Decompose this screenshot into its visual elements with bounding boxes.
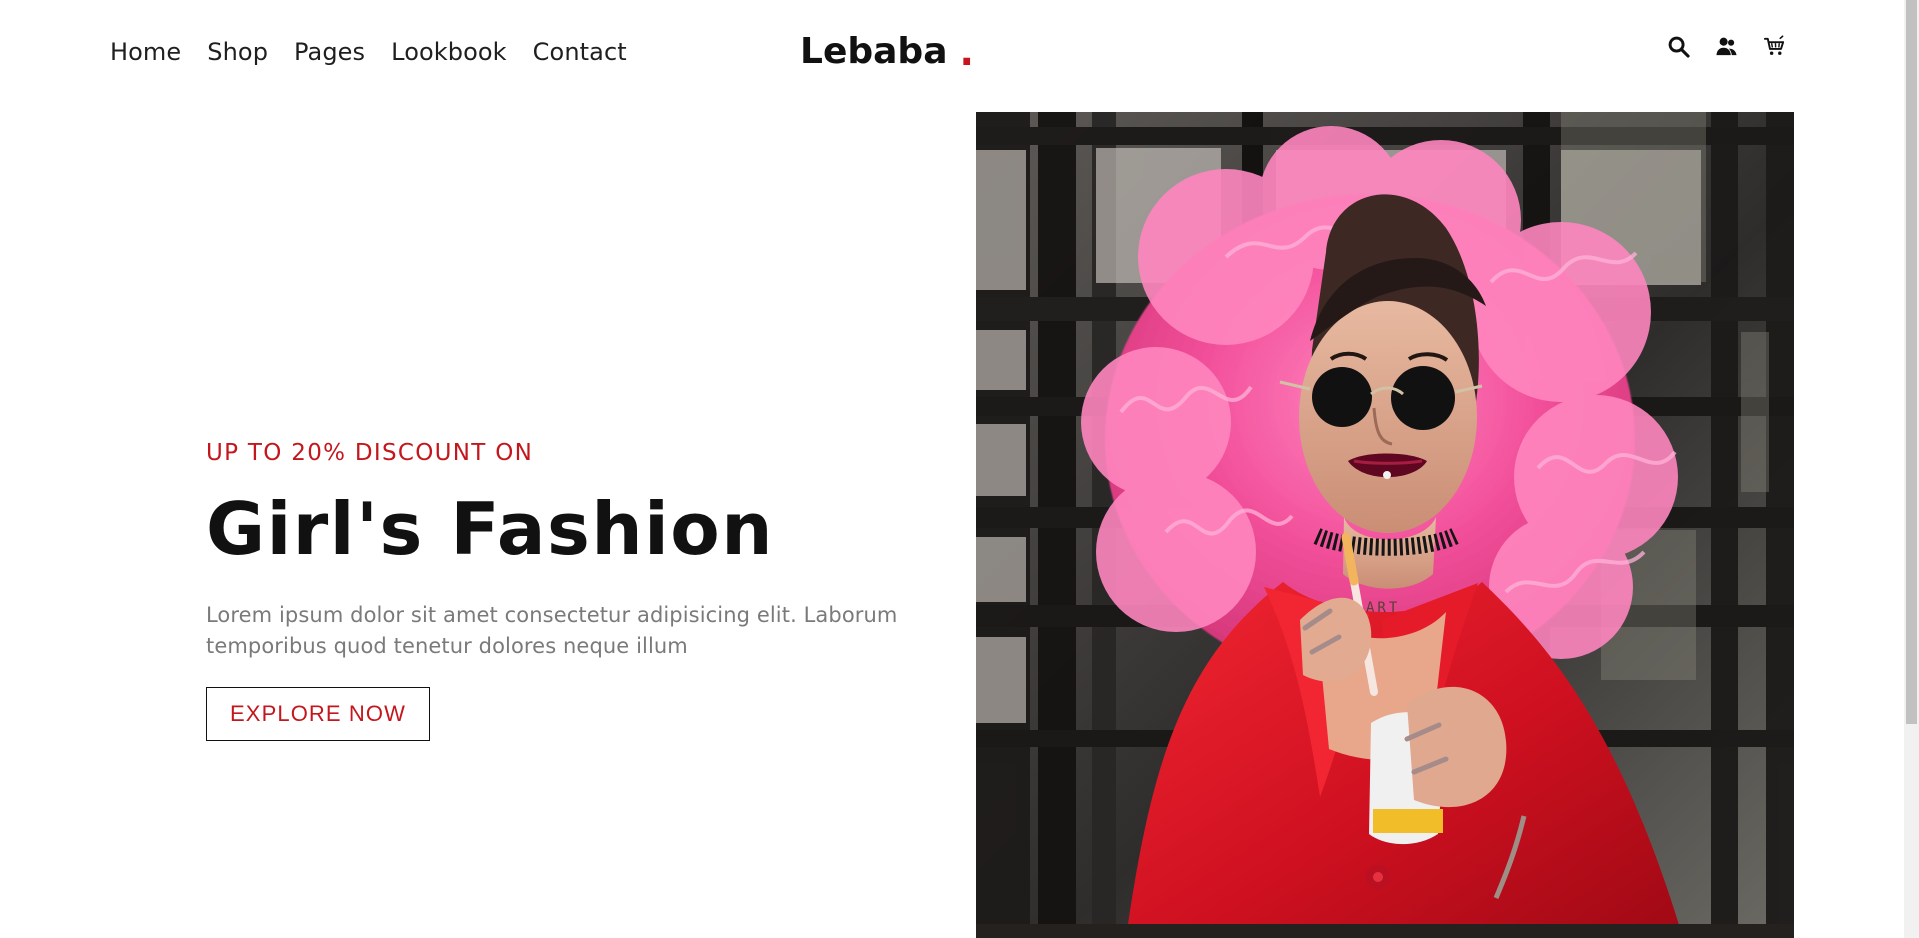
hero-description: Lorem ipsum dolor sit amet consectetur a… bbox=[206, 603, 898, 658]
hero-title: Girl's Fashion bbox=[206, 487, 774, 571]
logo-dot: . bbox=[959, 30, 974, 74]
search-icon[interactable] bbox=[1667, 35, 1690, 58]
page-scrollbar[interactable] bbox=[1904, 0, 1919, 938]
nav-shop-link[interactable]: Shop bbox=[207, 35, 268, 69]
site-header: Home Shop Pages Lookbook Contact Lebaba … bbox=[0, 0, 1904, 105]
main-navigation: Home Shop Pages Lookbook Contact bbox=[110, 35, 627, 69]
explore-now-button[interactable]: EXPLORE NOW bbox=[206, 687, 430, 741]
hero-content: UP TO 20% DISCOUNT ON Girl's Fashion Lor… bbox=[206, 437, 936, 741]
user-icon[interactable] bbox=[1715, 35, 1738, 58]
discount-eyebrow: UP TO 20% DISCOUNT ON bbox=[206, 440, 534, 466]
scrollbar-thumb[interactable] bbox=[1906, 0, 1917, 724]
nav-pages-link[interactable]: Pages bbox=[294, 35, 365, 69]
landing-page: Home Shop Pages Lookbook Contact Lebaba … bbox=[0, 0, 1919, 938]
cart-icon[interactable] bbox=[1763, 35, 1786, 58]
nav-home-link[interactable]: Home bbox=[110, 35, 181, 69]
nav-lookbook-link[interactable]: Lookbook bbox=[391, 35, 507, 69]
nav-contact-link[interactable]: Contact bbox=[533, 35, 627, 69]
logo-text: Lebaba bbox=[800, 31, 948, 72]
site-logo[interactable]: Lebaba . bbox=[800, 30, 974, 74]
hero-fashion-image: ART bbox=[976, 112, 1794, 938]
header-actions bbox=[1667, 35, 1786, 58]
